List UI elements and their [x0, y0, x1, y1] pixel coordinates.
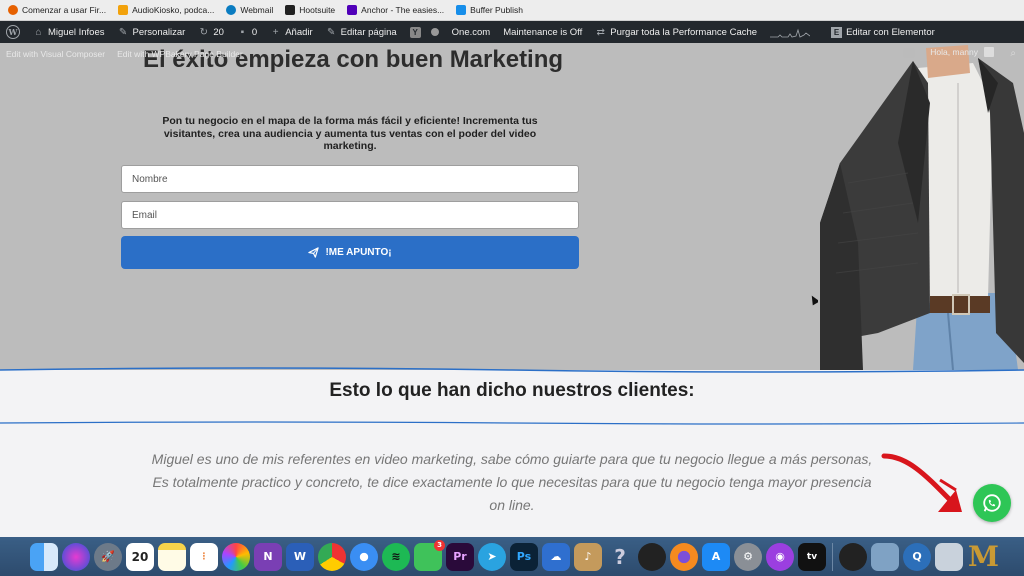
notes-icon[interactable] — [158, 542, 186, 571]
testimonials-heading: Esto lo que han dicho nuestros clientes: — [329, 380, 695, 401]
bookmark-item[interactable]: Comenzar a usar Fir... — [8, 5, 106, 15]
photos-icon[interactable] — [222, 542, 250, 571]
onedrive-icon[interactable]: ☁ — [542, 542, 570, 571]
updates-link[interactable]: ↻ 20 — [198, 27, 224, 38]
add-new-menu[interactable]: + Añadir — [270, 26, 313, 38]
whatsapp-icon — [983, 494, 1001, 512]
maintenance-toggle[interactable]: Maintenance is Off — [503, 27, 582, 38]
send-icon — [308, 247, 320, 258]
facetime-badge: 3 — [434, 539, 445, 551]
finder-icon[interactable] — [30, 542, 58, 571]
macos-dock: 🚀 20 ⋮ N W ≋ 3 Pr ➤ Ps ☁ ♪ ? A ⚙ ◉ tv Q — [0, 537, 1024, 576]
bookmarks-bar: Comenzar a usar Fir... AudioKiosko, podc… — [0, 0, 1024, 21]
logo-watermark-icon: M — [968, 540, 999, 573]
onecom-menu[interactable]: One.com — [452, 27, 491, 38]
home-icon: ⌂ — [35, 26, 42, 38]
yoast-icon: Y — [409, 26, 421, 38]
anchor-icon — [347, 5, 358, 15]
quicktime-icon[interactable]: Q — [903, 542, 931, 571]
status-dot-icon — [430, 28, 439, 36]
testimonials-section: Esto lo que han dicho nuestros clientes:… — [0, 367, 1024, 540]
obs-icon-2[interactable] — [839, 542, 867, 571]
plus-icon: + — [272, 26, 279, 38]
edit-visual-composer-link[interactable]: Edit with Visual Composer — [6, 49, 105, 59]
purge-cache-button[interactable]: ⇄ Purgar toda la Performance Cache — [595, 26, 758, 38]
bookmark-item[interactable]: Anchor - The easies... — [347, 5, 444, 15]
apple-tv-icon[interactable]: tv — [798, 542, 826, 571]
pencil-icon: ✎ — [326, 26, 336, 38]
edit-wpbakery-link[interactable]: Edit with WPBakery Page Builder — [117, 49, 243, 59]
firefox-icon[interactable] — [670, 542, 698, 571]
spotify-icon[interactable]: ≋ — [382, 542, 410, 571]
word-icon[interactable]: W — [286, 542, 314, 571]
user-greeting[interactable]: Hola, manny — [930, 47, 994, 57]
bookmark-item[interactable]: Hootsuite — [285, 5, 335, 15]
bookmark-item[interactable]: AudioKiosko, podca... — [118, 5, 214, 15]
guitar-icon[interactable]: ♪ — [574, 542, 602, 571]
person-photo — [818, 43, 1024, 370]
system-preferences-icon[interactable]: ⚙ — [734, 542, 762, 571]
comment-icon: ▪ — [240, 26, 245, 38]
search-icon[interactable]: ⌕ — [1010, 48, 1016, 59]
email-placeholder: Email — [132, 209, 158, 221]
testimonial-quote: Miguel es uno de mis referentes en video… — [151, 451, 873, 513]
name-placeholder: Nombre — [132, 173, 168, 185]
podcasts-icon[interactable]: ◉ — [766, 542, 794, 571]
shuffle-icon: ⇄ — [596, 26, 605, 38]
yoast-menu[interactable]: Y — [409, 26, 439, 38]
wordpress-icon: W — [6, 25, 20, 39]
reminders-icon[interactable]: ⋮ — [190, 542, 218, 571]
sparkline-icon — [770, 28, 811, 38]
comments-link[interactable]: ▪ 0 — [237, 26, 258, 38]
whatsapp-button[interactable] — [973, 484, 1011, 522]
subscribe-button[interactable]: !ME APUNTO¡ — [121, 236, 579, 269]
premiere-icon[interactable]: Pr — [446, 542, 474, 571]
bookmark-item[interactable]: Webmail — [226, 5, 273, 15]
trash-icon[interactable] — [935, 542, 963, 571]
subscribe-button-label: !ME APUNTO¡ — [325, 247, 392, 258]
brush-icon: ✎ — [118, 26, 128, 38]
dock-separator — [832, 542, 833, 571]
launchpad-icon[interactable]: 🚀 — [94, 542, 122, 571]
heading-divider — [0, 421, 1024, 425]
composer-bar: Edit with Visual Composer Edit with WPBa… — [0, 43, 1024, 65]
refresh-icon: ↻ — [199, 26, 209, 38]
name-field[interactable]: Nombre — [121, 165, 579, 193]
bookmark-item[interactable]: Buffer Publish — [456, 5, 523, 15]
hootsuite-icon — [285, 5, 296, 15]
preview-icon[interactable] — [871, 542, 899, 571]
app-store-icon[interactable]: A — [702, 542, 730, 571]
obs-icon[interactable] — [638, 542, 666, 571]
buffer-icon — [456, 5, 467, 15]
elementor-link[interactable]: E Editar con Elementor — [831, 26, 935, 38]
hero-section: El éxito empieza con buen Marketing Pon … — [0, 43, 1024, 370]
screen: El éxito empieza con buen Marketing Pon … — [0, 0, 1024, 576]
chrome-icon[interactable] — [318, 542, 346, 571]
edit-page-link[interactable]: ✎ Editar página — [326, 27, 397, 38]
onenote-icon[interactable]: N — [254, 542, 282, 571]
wp-logo-menu[interactable]: W — [6, 25, 20, 39]
red-arrow-icon — [881, 453, 962, 512]
help-icon[interactable]: ? — [606, 543, 634, 571]
facetime-icon[interactable]: 3 — [414, 539, 445, 571]
comment-icon[interactable] — [903, 48, 915, 58]
stats-sparkline — [770, 26, 811, 38]
wave-divider — [0, 367, 1024, 373]
photoshop-icon[interactable]: Ps — [510, 542, 538, 571]
elementor-icon: E — [831, 26, 843, 38]
avatar — [984, 47, 994, 57]
hero-subtitle: Pon tu negocio en el mapa de la forma má… — [162, 115, 538, 152]
telegram-icon[interactable]: ➤ — [478, 542, 506, 571]
webmail-icon — [226, 5, 237, 15]
customize-link[interactable]: ✎ Personalizar — [118, 27, 186, 38]
site-name-menu[interactable]: ⌂ Miguel Infoes — [33, 26, 104, 38]
safari-icon[interactable] — [350, 542, 378, 571]
siri-icon[interactable] — [62, 542, 90, 571]
firefox-icon — [8, 5, 18, 15]
email-field[interactable]: Email — [121, 201, 579, 229]
wp-admin-bar: W ⌂ Miguel Infoes ✎ Personalizar ↻ 20 ▪ 0 + A… — [0, 21, 1024, 43]
audiokiosko-icon — [118, 5, 129, 15]
calendar-icon[interactable]: 20 — [126, 542, 154, 571]
